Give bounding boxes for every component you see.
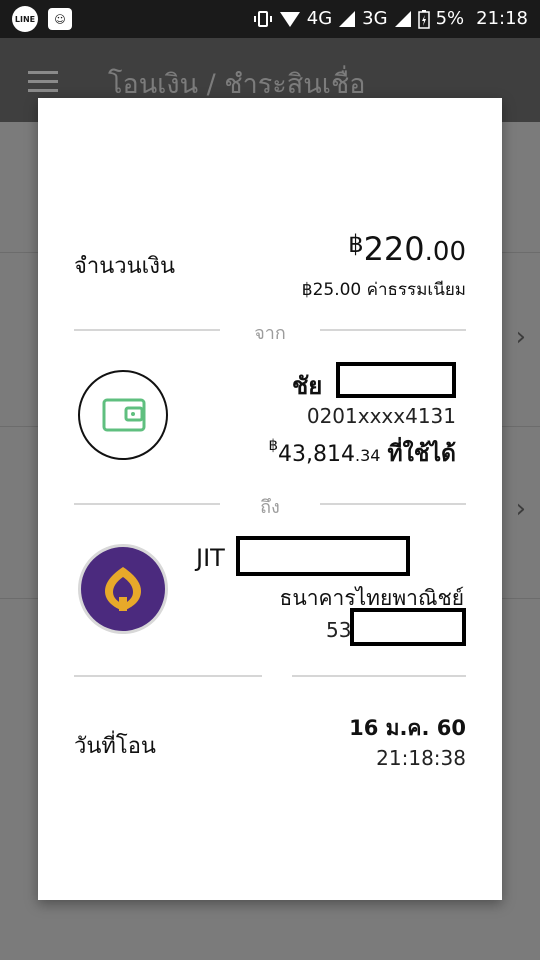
network-3g-label: 3G [362, 8, 388, 29]
signal-icon [338, 10, 356, 28]
transfer-date: 16 ม.ค. 60 [349, 716, 466, 740]
to-label: ถึง [260, 497, 280, 518]
status-bar: LINE ☺ 4G 3G 5% 21:18 [0, 0, 540, 38]
menu-icon[interactable] [28, 71, 58, 98]
balance-decimal: .34 [355, 446, 381, 465]
from-account-number: 0201xxxx4131 [306, 404, 456, 428]
divider [320, 503, 466, 505]
balance-currency: ฿ [268, 436, 279, 454]
scb-logo [78, 544, 168, 634]
transfer-date-label: วันที่โอน [74, 734, 156, 759]
divider [74, 329, 220, 331]
amount-decimal: .00 [424, 237, 466, 267]
battery-icon [417, 9, 430, 29]
amount-currency: ฿ [348, 230, 364, 258]
vibrate-icon [253, 9, 273, 29]
line-icon: LINE [12, 6, 38, 32]
amount-integer: 220 [363, 230, 425, 268]
transfer-summary-dialog: จำนวนเงิน ฿220.00 ฿25.00 ค่าธรรมเนียม จา… [38, 98, 502, 900]
from-available-balance: ฿43,814.34 ที่ใช้ได้ [269, 436, 457, 472]
divider [74, 675, 262, 677]
balance-integer: 43,814 [278, 442, 356, 467]
from-label: จาก [254, 323, 286, 344]
wifi-icon [279, 10, 301, 28]
chevron-right-icon: › [515, 322, 526, 352]
message-icon: ☺ [48, 8, 72, 30]
network-4g-label: 4G [306, 8, 333, 29]
wallet-icon [78, 370, 168, 460]
chevron-right-icon: › [515, 494, 526, 524]
redaction-box [350, 608, 466, 646]
from-account-name: ชัย [292, 372, 323, 400]
divider [292, 675, 466, 677]
transfer-time: 21:18:38 [376, 746, 466, 770]
to-account-number: 53 [326, 618, 352, 642]
divider [74, 503, 220, 505]
to-account-name: JIT [196, 544, 225, 572]
available-label: ที่ใช้ได้ [387, 441, 456, 467]
fee-text: ฿25.00 ค่าธรรมเนียม [301, 280, 466, 300]
battery-percent: 5% [435, 8, 465, 29]
redaction-box [336, 362, 456, 398]
redaction-box [236, 536, 410, 576]
amount-label: จำนวนเงิน [74, 254, 175, 279]
signal-icon-2 [394, 10, 412, 28]
clock: 21:18 [476, 8, 528, 29]
divider [320, 329, 466, 331]
amount-value: ฿220.00 [348, 230, 466, 268]
